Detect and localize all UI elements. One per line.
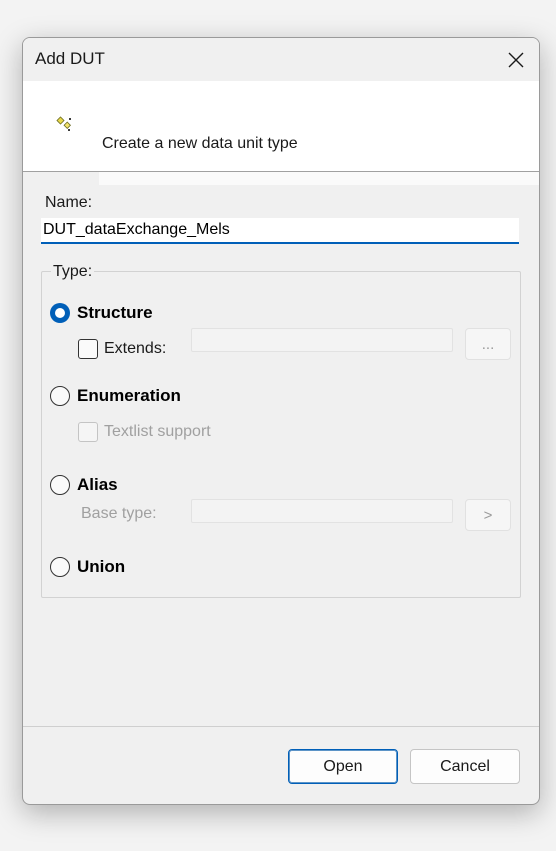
close-button[interactable] [493,38,539,81]
name-label: Name: [45,194,93,211]
radio-union-label[interactable]: Union [77,557,125,577]
extends-field [191,328,453,352]
open-button[interactable]: Open [288,749,398,784]
cancel-button[interactable]: Cancel [410,749,520,784]
extends-browse-button[interactable]: ... [465,328,511,360]
footer-divider [23,726,539,727]
type-group-legend: Type: [51,263,95,281]
base-type-label: Base type: [81,505,157,522]
add-dut-dialog: Add DUT Create a new data unit type Name… [22,37,540,805]
title-bar: Add DUT [23,38,539,81]
extends-label[interactable]: Extends: [104,340,166,358]
radio-alias[interactable] [50,475,70,495]
base-type-field [191,499,453,523]
header-strip [99,172,539,185]
dut-wizard-icon [56,116,71,131]
textlist-support-label: Textlist support [104,423,211,440]
textlist-support-checkbox [78,422,98,442]
name-input[interactable] [41,218,519,244]
extends-checkbox[interactable] [78,339,98,359]
window-title: Add DUT [35,49,105,68]
radio-structure-label[interactable]: Structure [77,303,153,323]
radio-enumeration-label[interactable]: Enumeration [77,386,181,406]
header-band: Create a new data unit type [23,81,539,171]
base-type-browse-button: > [465,499,511,531]
header-description: Create a new data unit type [102,135,298,152]
radio-enumeration[interactable] [50,386,70,406]
radio-structure[interactable] [50,303,70,323]
radio-union[interactable] [50,557,70,577]
close-icon [508,52,524,67]
radio-alias-label[interactable]: Alias [77,475,118,495]
